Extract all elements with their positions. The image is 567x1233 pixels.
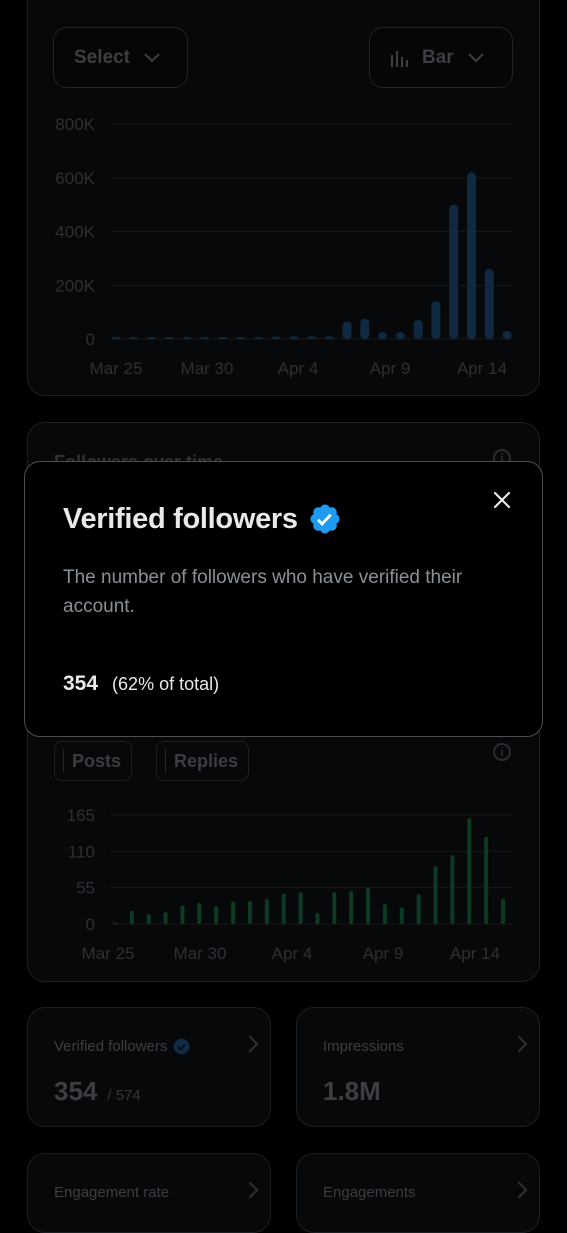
- y-tick-label: 0: [86, 330, 95, 349]
- reply-bar: [264, 898, 269, 924]
- chevron-right-icon: [241, 1035, 259, 1053]
- y-tick-label: 165: [67, 806, 95, 825]
- bar: [129, 337, 139, 339]
- chevron-right-icon: [510, 1181, 528, 1199]
- reply-bar: [467, 818, 472, 924]
- y-tick-label: 600K: [55, 169, 95, 188]
- reply-bar: [366, 887, 371, 924]
- legend-replies-label: Replies: [173, 750, 238, 771]
- bar: [342, 321, 352, 339]
- y-tick-label: 110: [68, 842, 95, 861]
- chevron-right-icon: [510, 1035, 528, 1053]
- impressions-bar-chart: 800K 600K 400K 200K 0 Mar 25 Mar 30 Apr 4 Apr 9 A…: [55, 115, 512, 378]
- bar: [431, 301, 441, 339]
- bar: [235, 337, 245, 339]
- info-icon[interactable]: i: [493, 743, 511, 761]
- y-tick-label: 55: [76, 879, 95, 898]
- verified-followers-title: Verified followers: [54, 1038, 168, 1055]
- x-tick-label: Mar 25: [90, 359, 143, 378]
- reply-bar: [197, 902, 202, 924]
- close-icon[interactable]: [490, 488, 514, 512]
- engagements-title: Engagements: [323, 1184, 416, 1201]
- reply-bar: [433, 865, 438, 924]
- reply-bar: [315, 912, 320, 924]
- reply-bar: [214, 906, 219, 924]
- reply-bar: [332, 892, 337, 924]
- bar: [395, 332, 405, 339]
- bar: [147, 337, 157, 339]
- bar: [182, 337, 192, 339]
- engagement-rate-title: Engagement rate: [54, 1184, 170, 1201]
- reply-bar: [163, 912, 168, 924]
- x-tick-label: Apr 14: [450, 944, 500, 963]
- bar: [111, 337, 121, 339]
- verified-followers-value: 354: [54, 1076, 98, 1106]
- y-tick-label: 0: [86, 915, 95, 934]
- legend-posts-label: Posts: [71, 750, 121, 771]
- bar: [271, 336, 281, 339]
- verified-followers-total: / 574: [107, 1087, 141, 1104]
- y-tick-label: 400K: [55, 223, 95, 242]
- bar: [253, 337, 263, 339]
- legend-replies[interactable]: Replies: [156, 741, 249, 781]
- replies-swatch: [165, 749, 166, 773]
- reply-bar: [129, 910, 134, 924]
- reply-bar: [231, 901, 236, 924]
- x-tick-label: Mar 25: [82, 944, 135, 963]
- x-tick-label: Mar 30: [174, 944, 227, 963]
- reply-bar: [247, 900, 252, 924]
- bar: [289, 336, 299, 339]
- bar: [449, 204, 459, 339]
- reply-bar: [399, 907, 404, 924]
- x-tick-label: Apr 9: [370, 359, 411, 378]
- x-tick-label: Apr 14: [457, 359, 507, 378]
- x-tick-label: Apr 9: [363, 944, 404, 963]
- posts-swatch: [63, 749, 64, 773]
- impressions-card[interactable]: Impressions 1.8M: [296, 1007, 540, 1127]
- reply-bar: [501, 898, 505, 924]
- verified-followers-modal: Verified followers The number of followe…: [24, 461, 543, 737]
- bar: [484, 269, 494, 339]
- engagement-rate-card[interactable]: Engagement rate: [27, 1153, 271, 1233]
- bar: [164, 337, 174, 339]
- bar: [200, 337, 210, 339]
- reply-bar: [281, 893, 286, 924]
- reply-bar: [349, 890, 354, 924]
- modal-title: Verified followers: [63, 502, 298, 535]
- modal-value: 354: [63, 672, 99, 695]
- reply-bar: [298, 892, 303, 924]
- reply-bar: [484, 836, 489, 924]
- verified-followers-card[interactable]: Verified followers 354 / 574: [27, 1007, 271, 1127]
- reply-bar: [416, 894, 421, 924]
- modal-description: The number of followers who have verifie…: [63, 567, 463, 617]
- verified-badge-icon: [174, 1038, 190, 1055]
- x-tick-label: Apr 4: [272, 944, 313, 963]
- y-tick-label: 200K: [55, 276, 95, 295]
- impressions-title: Impressions: [323, 1038, 404, 1055]
- reply-bar: [146, 914, 151, 924]
- bar: [307, 336, 316, 339]
- reply-bar: [450, 855, 455, 924]
- bar: [466, 172, 476, 339]
- impressions-value: 1.8M: [323, 1076, 381, 1106]
- y-tick-label: 800K: [55, 115, 95, 134]
- bar: [502, 330, 512, 339]
- legend-posts[interactable]: Posts: [54, 741, 132, 781]
- reply-bar: [180, 905, 185, 924]
- modal-percent: (62% of total): [112, 674, 220, 694]
- x-tick-label: Mar 30: [181, 359, 234, 378]
- bar: [218, 337, 228, 339]
- bar: [378, 332, 388, 339]
- reply-bar: [113, 922, 117, 924]
- bar: [413, 320, 423, 339]
- verified-badge-icon: [310, 504, 340, 534]
- engagements-card[interactable]: Engagements: [296, 1153, 540, 1233]
- x-tick-label: Apr 4: [278, 359, 319, 378]
- bar: [324, 336, 334, 339]
- reply-bar: [382, 904, 387, 924]
- activity-bar-chart: 165 110 55 0 Mar 25 Mar 30 Apr 4 Apr 9 Apr 14: [67, 806, 512, 963]
- bar: [360, 318, 370, 339]
- chevron-right-icon: [241, 1181, 259, 1199]
